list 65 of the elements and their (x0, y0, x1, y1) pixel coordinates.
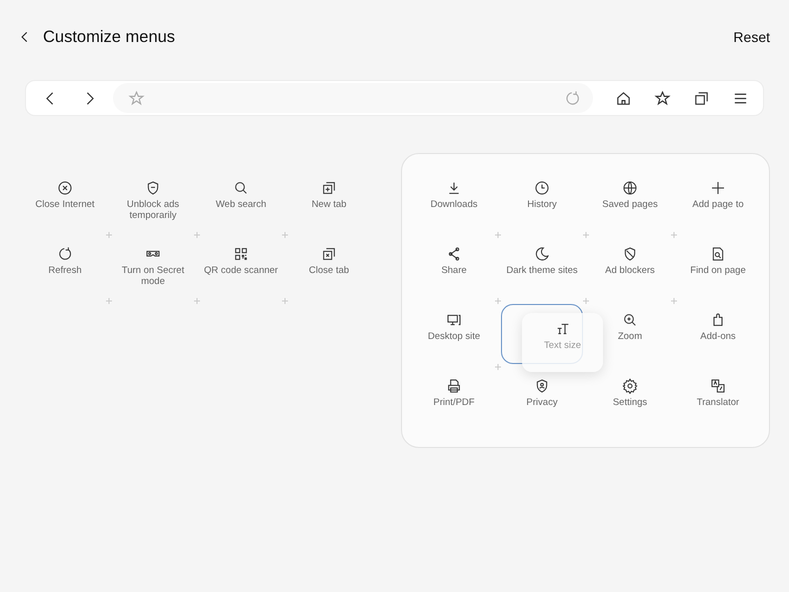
menu-item-label[interactable]: Dark theme sites (506, 265, 578, 276)
zoom-in-icon (622, 312, 638, 328)
menu-item-label[interactable]: Downloads (430, 199, 478, 210)
dragged-menu-item[interactable]: Text size (522, 313, 603, 372)
menu-item-label[interactable]: Settings (612, 397, 648, 408)
clock-icon (534, 180, 550, 196)
settings-icon (622, 378, 638, 394)
shield-slash-icon (622, 246, 638, 262)
find-page-icon (710, 246, 726, 262)
search-icon (233, 180, 249, 196)
plus-icon (710, 180, 726, 196)
menu-item-label[interactable]: Saved pages (602, 199, 658, 210)
plus-icon (106, 232, 112, 238)
plus-icon (495, 232, 501, 238)
plus-icon (671, 232, 677, 238)
menu-item-label[interactable]: History (527, 199, 557, 210)
refresh-icon (564, 90, 581, 106)
share-icon (446, 246, 462, 262)
home-icon (615, 90, 632, 106)
new-tab-icon (321, 180, 337, 196)
privacy-shield-icon (534, 378, 550, 394)
plus-icon (282, 298, 288, 304)
desktop-icon (446, 312, 462, 328)
menu-item-label[interactable]: Unblock ads temporarily (111, 199, 195, 221)
menu-item-label[interactable]: Privacy (526, 397, 558, 408)
menu-item-label: Text size (544, 340, 581, 351)
bookmarks-icon (654, 90, 671, 106)
plus-icon (106, 298, 112, 304)
menu-item-label[interactable]: Web search (216, 199, 266, 210)
close-tab-icon (321, 246, 337, 262)
globe-icon (622, 180, 638, 196)
menu-item-label[interactable]: Share (441, 265, 467, 276)
moon-icon (534, 246, 550, 262)
menu-item-label[interactable]: Close Internet (35, 199, 95, 210)
reset-button[interactable]: Reset (733, 29, 770, 45)
plus-icon (583, 232, 589, 238)
plus-icon (194, 232, 200, 238)
menu-item-label[interactable]: Add-ons (700, 331, 736, 342)
menu-item-label[interactable]: Print/PDF (433, 397, 475, 408)
refresh-icon (57, 246, 73, 262)
menu-item-label[interactable]: Ad blockers (605, 265, 655, 276)
star-icon (128, 90, 145, 106)
plus-icon (194, 298, 200, 304)
printer-icon (446, 378, 462, 394)
translate-icon (710, 378, 726, 394)
shield-icon (145, 180, 161, 196)
menu-item-label[interactable]: Close tab (308, 265, 350, 276)
plus-icon (495, 364, 501, 370)
plus-icon (583, 298, 589, 304)
text-size-icon (554, 321, 570, 337)
menu-item-label[interactable]: Translator (696, 397, 740, 408)
page-title: Customize menus (43, 28, 176, 46)
menu-item-label[interactable]: Zoom (618, 331, 642, 342)
qr-code-icon (233, 246, 249, 262)
menu-item-label[interactable]: QR code scanner (204, 265, 278, 276)
menu-item-label[interactable]: New tab (312, 199, 346, 210)
menu-item-label[interactable]: Desktop site (428, 331, 480, 342)
plus-icon (495, 298, 501, 304)
menu-item-label[interactable]: Add page to (692, 199, 744, 210)
tabs-icon (693, 90, 710, 106)
menu-item-label[interactable]: Refresh (48, 265, 82, 276)
menu-item-label[interactable]: Turn on Secret mode (111, 265, 195, 287)
menu-item-label[interactable]: Find on page (690, 265, 746, 276)
plus-icon (282, 232, 288, 238)
plus-icon (671, 298, 677, 304)
